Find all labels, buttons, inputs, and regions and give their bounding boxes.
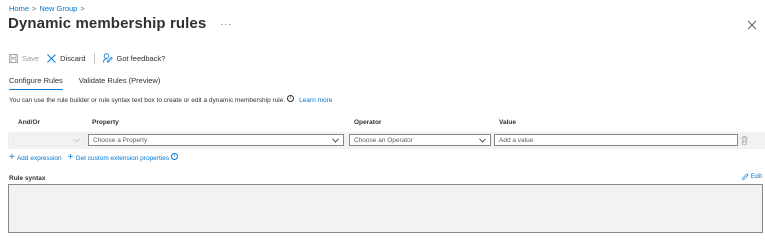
save-label: Save: [22, 53, 40, 63]
breadcrumb-separator: >: [80, 4, 85, 13]
column-header-operator: Operator: [354, 119, 382, 126]
operator-placeholder: Choose an Operator: [354, 136, 413, 144]
get-custom-extension-button[interactable]: + Get custom extension properties i: [67, 152, 181, 163]
feedback-button[interactable]: Got feedback?: [102, 53, 166, 63]
delete-icon[interactable]: [741, 136, 748, 145]
breadcrumb-home-link[interactable]: Home: [9, 4, 29, 13]
info-icon[interactable]: i: [171, 152, 179, 160]
title-row: Dynamic membership rules ···: [8, 15, 232, 32]
description-text: You can use the rule builder or rule syn…: [9, 97, 286, 104]
info-icon[interactable]: i: [287, 95, 295, 102]
chevron-down-icon: [479, 138, 486, 143]
toolbar-divider: [93, 52, 95, 64]
edit-label: Edit: [750, 173, 762, 180]
column-header-value: Value: [499, 119, 516, 126]
save-icon: [9, 53, 18, 63]
discard-icon: [47, 53, 56, 63]
property-placeholder: Choose a Property: [93, 136, 148, 144]
rule-syntax-label: Rule syntax: [9, 175, 46, 182]
breadcrumb-new-group-link[interactable]: New Group: [39, 4, 77, 13]
edit-button[interactable]: Edit: [741, 173, 762, 180]
plus-icon: +: [67, 152, 74, 163]
and-or-dropdown[interactable]: [13, 134, 85, 146]
plus-icon: +: [9, 152, 15, 163]
close-icon[interactable]: [747, 20, 757, 30]
discard-button[interactable]: Discard: [47, 53, 86, 63]
rule-syntax-textbox[interactable]: [8, 184, 763, 233]
discard-label: Discard: [60, 53, 86, 63]
column-header-property: Property: [92, 119, 119, 126]
tab-list: Configure Rules Validate Rules (Preview): [9, 76, 176, 90]
save-button[interactable]: Save: [9, 54, 39, 63]
operator-dropdown[interactable]: Choose an Operator: [349, 134, 491, 146]
column-header-and-or: And/Or: [18, 119, 41, 126]
edit-pencil-icon: [741, 173, 749, 180]
description: You can use the rule builder or rule syn…: [9, 95, 332, 104]
tab-configure-rules[interactable]: Configure Rules: [9, 76, 63, 90]
learn-more-link[interactable]: Learn more: [299, 97, 332, 104]
tab-validate-rules[interactable]: Validate Rules (Preview): [79, 76, 161, 90]
add-expression-label: Add expression: [16, 154, 62, 162]
command-bar: Save Discard Got feedback?: [9, 52, 173, 64]
value-input[interactable]: Add a value: [494, 134, 738, 146]
value-placeholder: Add a value: [499, 136, 534, 144]
breadcrumb-separator: >: [32, 4, 37, 13]
property-dropdown[interactable]: Choose a Property: [88, 134, 344, 146]
more-options-icon[interactable]: ···: [220, 19, 232, 29]
add-actions: + Add expression + Get custom extension …: [9, 152, 187, 163]
get-custom-extension-label: Get custom extension properties: [75, 154, 170, 162]
page-title: Dynamic membership rules: [8, 15, 207, 32]
add-expression-button[interactable]: + Add expression: [9, 152, 62, 163]
feedback-label: Got feedback?: [116, 53, 166, 63]
chevron-down-icon: [73, 138, 80, 143]
feedback-icon: [102, 53, 113, 63]
chevron-down-icon: [332, 138, 339, 143]
breadcrumb: Home > New Group >: [9, 4, 88, 13]
